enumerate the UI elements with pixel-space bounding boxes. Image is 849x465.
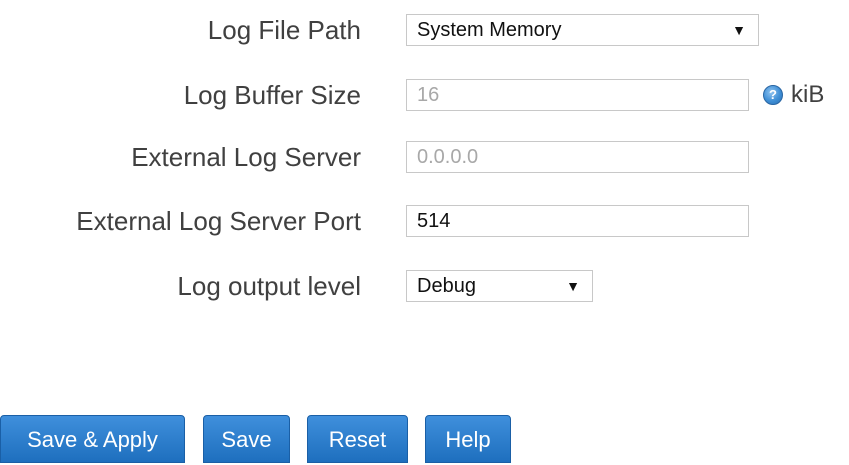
chevron-down-icon: ▼: [732, 22, 746, 38]
log-file-path-value: System Memory: [417, 19, 562, 41]
log-buffer-size-label: Log Buffer Size: [183, 80, 361, 110]
external-log-server-row: External Log Server 0.0.0.0: [0, 137, 849, 177]
save-apply-button[interactable]: Save & Apply: [0, 415, 185, 463]
external-log-server-input[interactable]: 0.0.0.0: [406, 141, 749, 173]
external-log-server-port-value: 514: [417, 210, 451, 232]
help-icon[interactable]: ?: [763, 85, 783, 105]
help-button[interactable]: Help: [425, 415, 511, 463]
external-log-server-value: 0.0.0.0: [417, 146, 479, 168]
save-button[interactable]: Save: [203, 415, 290, 463]
log-settings-page: Log File Path System Memory ▼ Log Buffer…: [0, 0, 849, 465]
log-file-path-select[interactable]: System Memory ▼: [406, 14, 759, 46]
log-buffer-size-value: 16: [417, 84, 440, 106]
log-output-level-label: Log output level: [177, 271, 361, 301]
log-buffer-size-unit: kiB: [791, 81, 825, 108]
chevron-down-icon: ▼: [566, 278, 580, 294]
log-file-path-row: Log File Path System Memory ▼: [0, 10, 849, 50]
log-buffer-size-input[interactable]: 16: [406, 79, 749, 111]
external-log-server-label: External Log Server: [131, 142, 361, 172]
reset-button[interactable]: Reset: [307, 415, 408, 463]
log-buffer-size-row: Log Buffer Size 16 ? kiB: [0, 75, 849, 115]
external-log-server-port-row: External Log Server Port 514: [0, 201, 849, 241]
log-output-level-row: Log output level Debug ▼: [0, 266, 849, 306]
log-file-path-label: Log File Path: [207, 15, 361, 45]
external-log-server-port-label: External Log Server Port: [76, 206, 361, 236]
log-output-level-select[interactable]: Debug ▼: [406, 270, 593, 302]
action-buttons: Save & Apply Save Reset Help: [0, 415, 849, 465]
external-log-server-port-input[interactable]: 514: [406, 205, 749, 237]
log-output-level-value: Debug: [417, 275, 476, 297]
